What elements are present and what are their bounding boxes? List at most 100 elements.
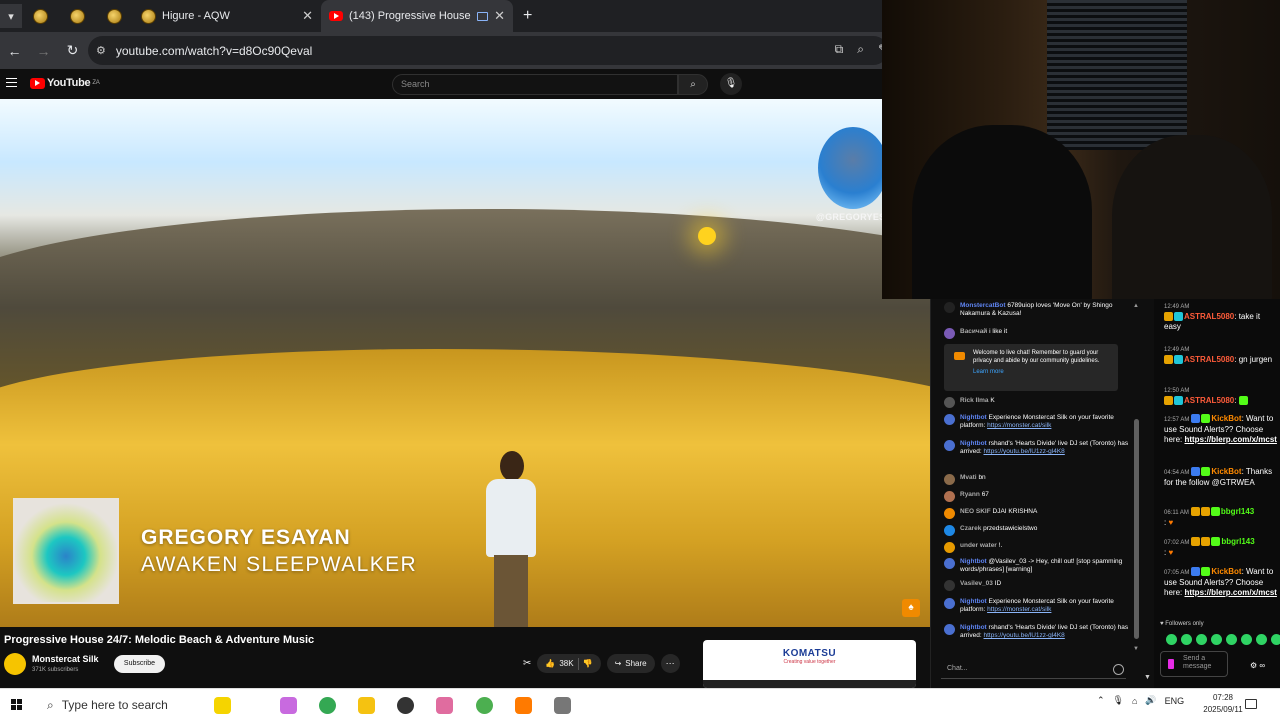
- emote-bar[interactable]: [1166, 634, 1280, 645]
- app-icon[interactable]: [436, 697, 453, 714]
- aqw-favicon-icon: [107, 8, 122, 24]
- chat-message: Nightbot Experience Monstercat Silk on y…: [931, 598, 1137, 614]
- chevron-up-icon[interactable]: ⌃: [1097, 695, 1105, 706]
- channel-name[interactable]: Monstercat Silk: [32, 654, 99, 664]
- like-icon[interactable]: 👍: [545, 659, 555, 668]
- album-art: [13, 498, 119, 604]
- ad-banner[interactable]: KOMATSU Creating value together: [703, 640, 916, 688]
- share-label: Share: [625, 659, 647, 668]
- chat-message: Mvati bn: [931, 474, 1137, 485]
- learn-more-link[interactable]: Learn more: [973, 368, 1112, 376]
- language-indicator[interactable]: ENG: [1165, 696, 1185, 706]
- chat-message: Nightbot @Vasilev_03 -> Hey, chill out! …: [931, 558, 1137, 574]
- microphone-icon[interactable]: 🎙: [1113, 695, 1124, 706]
- pinned-tab[interactable]: [59, 0, 96, 32]
- volume-icon[interactable]: 🔊: [1145, 695, 1156, 706]
- pinned-tab[interactable]: [22, 0, 59, 32]
- chrome-profile-icon[interactable]: [476, 697, 493, 714]
- user-avatar: [944, 474, 955, 485]
- pinned-tab[interactable]: [96, 0, 133, 32]
- zoom-icon[interactable]: ⌕: [857, 42, 864, 57]
- app-icon[interactable]: [515, 697, 532, 714]
- search-icon[interactable]: ⌕: [678, 74, 708, 95]
- site-info-icon[interactable]: ⚙: [96, 44, 106, 57]
- forward-arrow-icon[interactable]: →: [29, 43, 58, 59]
- tab-search-button[interactable]: ▾: [0, 4, 22, 28]
- user-avatar: [944, 491, 955, 502]
- track-name: AWAKEN SLEEPWALKER: [141, 553, 418, 576]
- cast-icon[interactable]: ⧉: [835, 42, 844, 57]
- scroll-down-icon[interactable]: ▼: [1133, 646, 1139, 652]
- kick-message: 12:57 AM KickBot: Want to use Sound Alert…: [1164, 414, 1277, 444]
- channel-avatar[interactable]: [4, 653, 26, 675]
- youtube-header: YouTube ZA Search ⌕ 🎙: [0, 69, 930, 99]
- like-count: 38K: [559, 659, 574, 668]
- menu-icon[interactable]: [6, 78, 17, 87]
- chrome-icon[interactable]: [319, 697, 336, 714]
- notification-icon[interactable]: [1245, 699, 1257, 709]
- welcome-notice: Welcome to live chat! Remember to guard …: [944, 344, 1118, 391]
- share-button[interactable]: ↪ Share: [606, 654, 655, 673]
- like-dislike-button[interactable]: 👍 38K 👎: [537, 654, 601, 673]
- taskbar-search-input: Type here to search: [61, 698, 168, 712]
- network-icon[interactable]: ⌂: [1132, 696, 1137, 706]
- tab-title: (143) Progressive House 24: [349, 10, 471, 22]
- user-avatar: [944, 302, 955, 313]
- reload-icon[interactable]: ↻: [58, 42, 87, 59]
- obs-icon[interactable]: [397, 697, 414, 714]
- close-tab-icon[interactable]: ✕: [302, 8, 313, 24]
- webcam-chair: [912, 125, 1092, 299]
- kick-message: 06:11 AM bbgrl143: ♥: [1164, 507, 1255, 527]
- file-explorer-icon[interactable]: [358, 697, 375, 714]
- chat-message: MonstercatBot 6789uiop loves 'Move On' b…: [931, 302, 1137, 318]
- microphone-icon[interactable]: 🎙: [720, 73, 742, 95]
- subscriber-count: 371K subscribers: [32, 667, 79, 673]
- dislike-icon[interactable]: 👎: [583, 659, 593, 668]
- artist-avatar: [818, 127, 888, 209]
- chat-scrollbar[interactable]: [1134, 419, 1139, 639]
- kick-settings-icon[interactable]: ⚙ ∞: [1250, 661, 1265, 670]
- youtube-logo[interactable]: YouTube ZA: [30, 77, 100, 89]
- tab-title: Higure - AQW: [162, 10, 230, 22]
- heart-emote-icon: ♥: [1168, 548, 1174, 557]
- user-avatar: [944, 558, 955, 569]
- aqw-favicon-icon: [141, 8, 156, 24]
- subscribe-button[interactable]: Subscribe: [114, 655, 165, 673]
- windows-taskbar: ⌕ Type here to search ⌃ 🎙 ⌂ 🔊 ENG 07:28 …: [0, 688, 1280, 720]
- clock-date: 2025/09/11: [1203, 705, 1243, 714]
- address-bar[interactable]: ⚙ youtube.com/watch?v=d8Oc90Qeval ⧉ ⌕ ✎: [88, 36, 888, 65]
- screen-share-icon: [477, 11, 489, 21]
- heart-emote-icon: ♥: [1168, 518, 1174, 527]
- chat-message: Nightbot rshand's 'Hearts Divide' live D…: [931, 440, 1137, 456]
- tab-higure[interactable]: Higure - AQW ✕: [133, 0, 321, 32]
- close-tab-icon[interactable]: ✕: [494, 8, 505, 24]
- search-input[interactable]: Search: [392, 74, 678, 95]
- video-player[interactable]: @GREGORYES GREGORY ESAYAN AWAKEN SLEEPWA…: [0, 99, 930, 627]
- app-icon[interactable]: [554, 697, 571, 714]
- more-actions-icon[interactable]: ⋯: [660, 654, 680, 673]
- url-text: youtube.com/watch?v=d8Oc90Qeval: [115, 43, 313, 58]
- windows-start-icon[interactable]: [11, 699, 23, 711]
- channel-watermark-icon[interactable]: ♠: [902, 599, 920, 617]
- back-arrow-icon[interactable]: ←: [0, 43, 29, 59]
- new-tab-icon[interactable]: +: [523, 7, 532, 25]
- user-avatar: [944, 624, 955, 635]
- youtube-live-chat: ▲ MonstercatBot 6789uiop loves 'Move On'…: [930, 299, 1144, 688]
- live-chat-icon: [954, 352, 965, 360]
- chat-input[interactable]: Chat...: [941, 661, 1126, 679]
- aqw-favicon-icon: [70, 8, 85, 24]
- copilot-icon[interactable]: [280, 697, 297, 714]
- tab-youtube[interactable]: (143) Progressive House 24 ✕: [321, 0, 513, 32]
- chat-message: Rick Ilma K: [931, 397, 1137, 408]
- clock[interactable]: 07:28 2025/09/11: [1201, 692, 1245, 716]
- user-avatar: [944, 542, 955, 553]
- sparkle-widget-icon[interactable]: [214, 697, 231, 714]
- video-sun: [698, 227, 716, 245]
- chevron-down-icon[interactable]: ▼: [1144, 674, 1151, 681]
- user-avatar: [944, 580, 955, 591]
- send-message-input[interactable]: Send a message: [1160, 651, 1228, 677]
- clip-icon[interactable]: ✂: [523, 658, 531, 669]
- video-title: Progressive House 24/7: Melodic Beach & …: [4, 634, 315, 646]
- emoji-icon[interactable]: [1113, 664, 1124, 675]
- video-field: [0, 349, 930, 627]
